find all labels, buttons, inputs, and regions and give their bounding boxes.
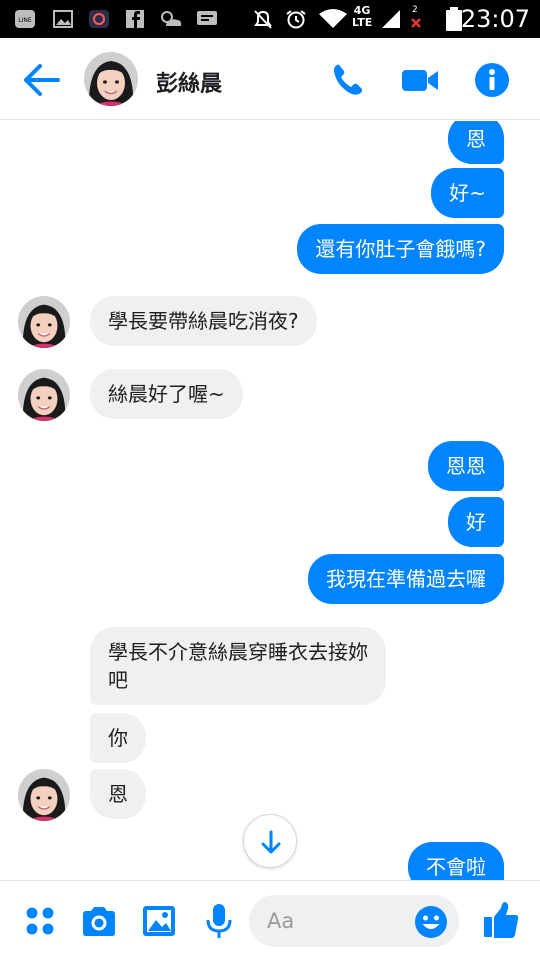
line-icon: LINE [15,10,35,28]
info-icon[interactable] [472,60,512,100]
weather-icon [161,11,182,26]
outgoing-message[interactable]: 我現在準備過去囉 [308,554,504,604]
thumbs-up-icon[interactable] [481,899,521,941]
alarm-icon [286,10,306,29]
gallery-icon[interactable] [139,901,179,941]
network-lte-label: LTE [352,16,373,29]
emoji-icon[interactable] [413,904,449,940]
signal-icon [382,10,400,28]
scroll-to-bottom-button[interactable] [243,814,297,868]
outgoing-message[interactable]: 不會啦 [408,842,504,880]
conversation-header: 彭絲晨 [0,38,540,120]
svg-text:LINE: LINE [18,17,32,24]
composer-bar [0,880,540,960]
video-icon[interactable] [400,60,440,100]
outgoing-message[interactable]: 好~ [431,168,504,218]
apps-icon[interactable] [20,901,60,941]
phone-icon[interactable] [328,60,368,100]
chat-icon [197,11,217,25]
wifi-icon [319,9,347,28]
incoming-message[interactable]: 你 [90,713,146,763]
incoming-message-multiline[interactable]: 學長不介意絲晨穿睡衣去接妳 吧 [90,627,386,705]
avatar[interactable] [18,769,70,821]
status-bar: LINE 4G LTE 2 23:07 [0,0,540,38]
contact-name[interactable]: 彭絲晨 [156,66,222,98]
app-icon [89,10,109,28]
outgoing-message[interactable]: 還有你肚子會餓嗎? [297,224,504,274]
avatar[interactable] [18,296,70,348]
sim-badge: 2 [412,5,418,15]
incoming-message-line: 吧 [108,668,128,692]
outgoing-message[interactable]: 恩恩 [428,441,504,491]
message-list[interactable]: 恩 好~ 還有你肚子會餓嗎? 學長要帶絲晨吃消夜? 絲晨好了喔~ 恩恩 好 我現… [0,121,540,880]
outgoing-message[interactable]: 恩 [448,121,504,164]
camera-icon[interactable] [79,901,119,941]
microphone-icon[interactable] [199,901,239,941]
incoming-message[interactable]: 學長要帶絲晨吃消夜? [90,296,317,346]
arrow-down-icon [261,830,281,854]
outgoing-message[interactable]: 好 [448,497,504,547]
incoming-message[interactable]: 恩 [90,769,146,819]
avatar[interactable] [84,52,138,106]
network-type: 4G LTE [352,5,372,29]
avatar[interactable] [18,369,70,421]
clock: 23:07 [460,5,530,33]
mute-icon [254,10,272,29]
back-arrow-icon[interactable] [20,60,62,100]
facebook-icon [126,10,144,28]
no-signal-icon [411,18,421,28]
image-icon [53,10,73,28]
incoming-message[interactable]: 絲晨好了喔~ [90,369,243,419]
incoming-message-line: 學長不介意絲晨穿睡衣去接妳 [108,640,368,664]
